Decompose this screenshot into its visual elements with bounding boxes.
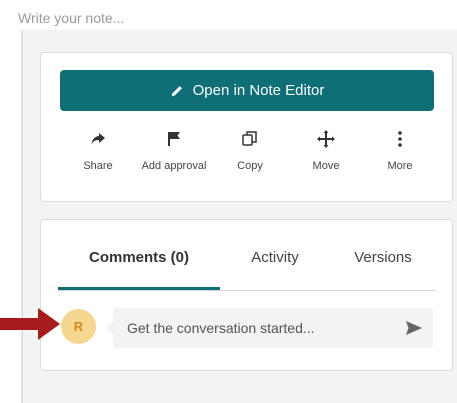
panel-divider [21,30,23,403]
share-action[interactable]: Share [56,128,140,174]
send-icon[interactable] [405,319,423,337]
share-label: Share [83,160,113,172]
open-in-note-editor-button[interactable]: Open in Note Editor [60,70,434,111]
copy-icon [242,131,257,146]
move-label: Move [312,160,340,172]
move-action[interactable]: Move [284,128,368,174]
action-bar: Share Add approval Copy Move More [60,128,440,188]
copy-label: Copy [237,160,263,172]
comment-placeholder: Get the conversation started... [127,320,315,336]
add-approval-label: Add approval [141,160,207,172]
flag-icon [168,132,180,146]
more-vertical-icon [398,131,402,147]
tab-versions[interactable]: Versions [330,241,436,287]
add-approval-action[interactable]: Add approval [132,128,216,174]
pencil-icon [171,85,182,96]
comments-card: Comments (0) Activity Versions R Get the… [40,219,453,371]
comment-tabs: Comments (0) Activity Versions [58,241,436,291]
open-in-note-editor-label: Open in Note Editor [192,82,325,99]
annotation-arrow-icon [0,308,60,340]
more-label: More [387,160,413,172]
more-action[interactable]: More [358,128,442,174]
comment-input[interactable]: Get the conversation started... [106,308,433,348]
note-placeholder[interactable]: Write your note... [18,10,124,26]
copy-action[interactable]: Copy [208,128,292,174]
share-icon [91,133,105,145]
tab-activity[interactable]: Activity [220,241,330,287]
avatar: R [61,309,96,344]
note-actions-card: Open in Note Editor Share Add approval C… [40,52,453,202]
move-icon [317,130,335,148]
tab-comments[interactable]: Comments (0) [58,241,220,290]
